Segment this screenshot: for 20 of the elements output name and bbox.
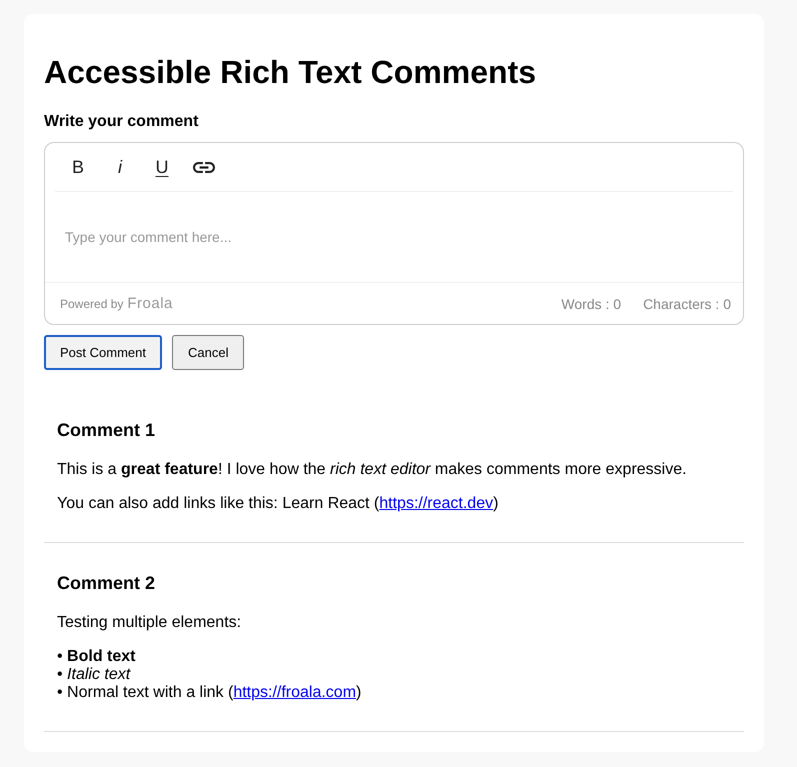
bullet-line: • Italic text [57, 666, 132, 684]
url-link[interactable]: https://froala.com [233, 684, 356, 701]
character-count: Characters : 0 [643, 296, 731, 312]
comment-title: Comment 2 [57, 573, 156, 594]
comment-paragraph: You can also add links like this: Learn React (https://react.dev) [57, 495, 500, 513]
page-title: Accessible Rich Text Comments [44, 54, 538, 91]
cancel-button[interactable]: Cancel [172, 335, 244, 370]
word-count: Words : 0 [561, 296, 622, 312]
comment-label: Write your comment [44, 113, 200, 131]
bold-button[interactable]: B [59, 148, 97, 186]
link-icon [193, 162, 215, 172]
comment-paragraph: Testing multiple elements: [57, 614, 242, 632]
comment-paragraph: This is a great feature! I love how the rich text editor makes comments more expressive. [57, 461, 688, 479]
post-comment-button[interactable]: Post Comment [44, 335, 162, 370]
italic-button[interactable]: i [101, 148, 139, 186]
bullet-line: • Bold text [57, 648, 136, 666]
underline-button[interactable]: U [143, 148, 181, 186]
comment-title: Comment 1 [57, 420, 156, 441]
bullet-line: • Normal text with a link (https://froala.com) [57, 684, 362, 702]
url-link[interactable]: https://react.dev [379, 495, 494, 512]
